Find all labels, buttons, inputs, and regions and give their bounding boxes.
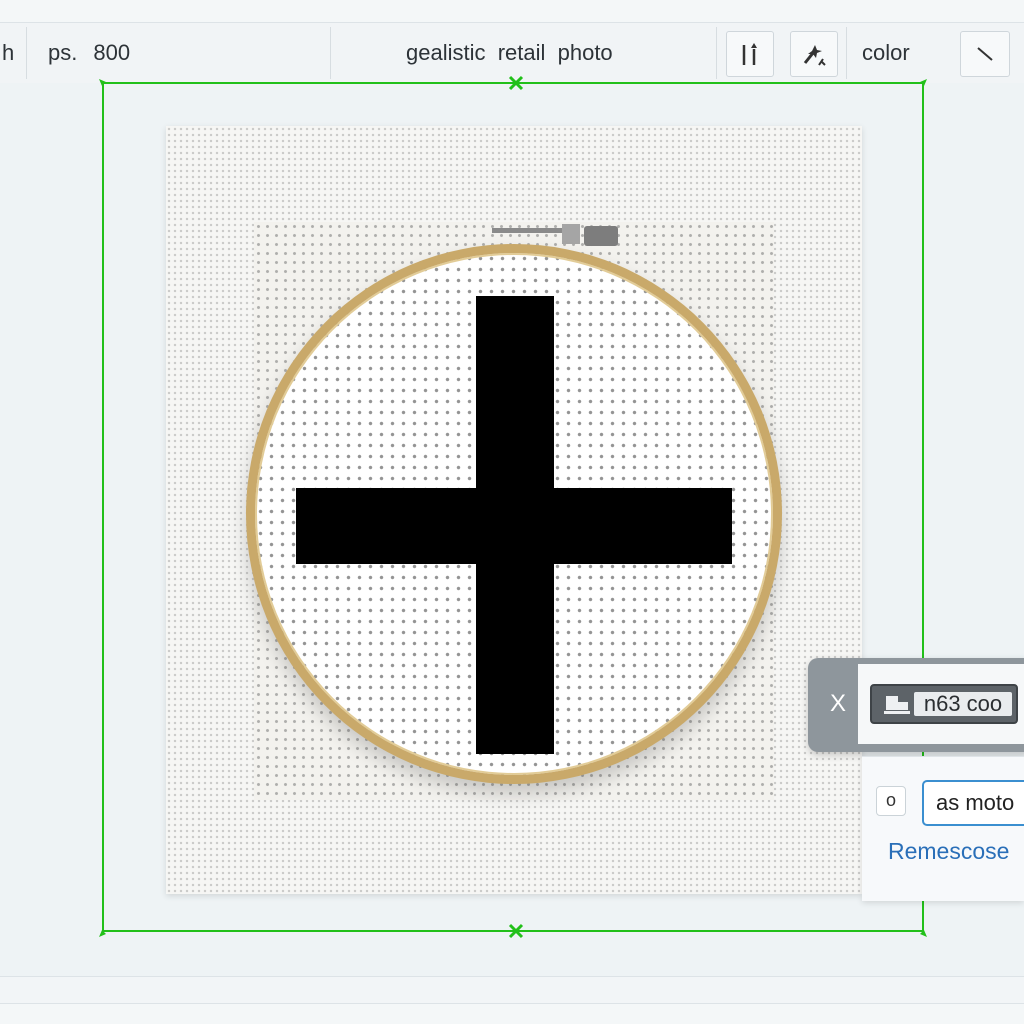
status-bar [0,976,1024,1004]
resize-handle-bottom-left[interactable] [96,924,112,940]
magic-wand-button[interactable] [790,31,838,77]
color-label-text: color [862,40,910,65]
prompt-label: gealistic retail photo [406,40,613,65]
toolbar-left-fragment-label: h [2,40,15,65]
toolbar-divider [330,27,331,79]
prompt-text[interactable]: gealistic retail photo [406,23,646,83]
resize-handle-top-right[interactable] [914,76,930,92]
toolbar-divider [716,27,717,79]
align-button[interactable] [726,31,774,77]
stamp-icon [884,696,910,714]
handle-x-icon [508,923,524,939]
size-field[interactable]: ps. 800 [48,23,168,83]
toolbar-divider [846,27,847,79]
corner-arrow-icon [920,79,927,86]
size-label: ps. [48,40,78,65]
cross-stitch-horizontal [296,488,732,564]
resize-handle-bottom[interactable] [508,923,524,939]
corner-arrow-icon [99,79,106,86]
resize-handle-top[interactable] [508,75,524,91]
line-tool-button[interactable] [960,31,1010,77]
editor-app: h ps. 800 gealistic retail photo color X… [0,0,1024,1024]
text-input[interactable] [922,780,1024,826]
handle-x-icon [508,75,524,91]
option-toggle[interactable]: o [876,786,906,816]
remove-link[interactable]: Remescose [888,838,1009,865]
align-icon [742,43,757,65]
close-button[interactable]: X [830,690,846,718]
corner-arrow-icon [920,930,927,937]
line-tool-icon [977,47,993,61]
size-value: 800 [93,40,131,65]
tag-button[interactable]: n63 coo [870,684,1018,724]
magic-wand-icon [803,45,826,66]
toolbar-left-fragment[interactable]: h [2,23,24,83]
selection-edge-left [102,82,104,932]
color-label[interactable]: color [862,23,942,83]
toolbar-divider [26,27,27,79]
options-panel [862,756,1024,901]
corner-arrow-icon [99,930,106,937]
resize-handle-bottom-right[interactable] [914,924,930,940]
resize-handle-top-left[interactable] [96,76,112,92]
tag-label: n63 coo [914,692,1012,716]
